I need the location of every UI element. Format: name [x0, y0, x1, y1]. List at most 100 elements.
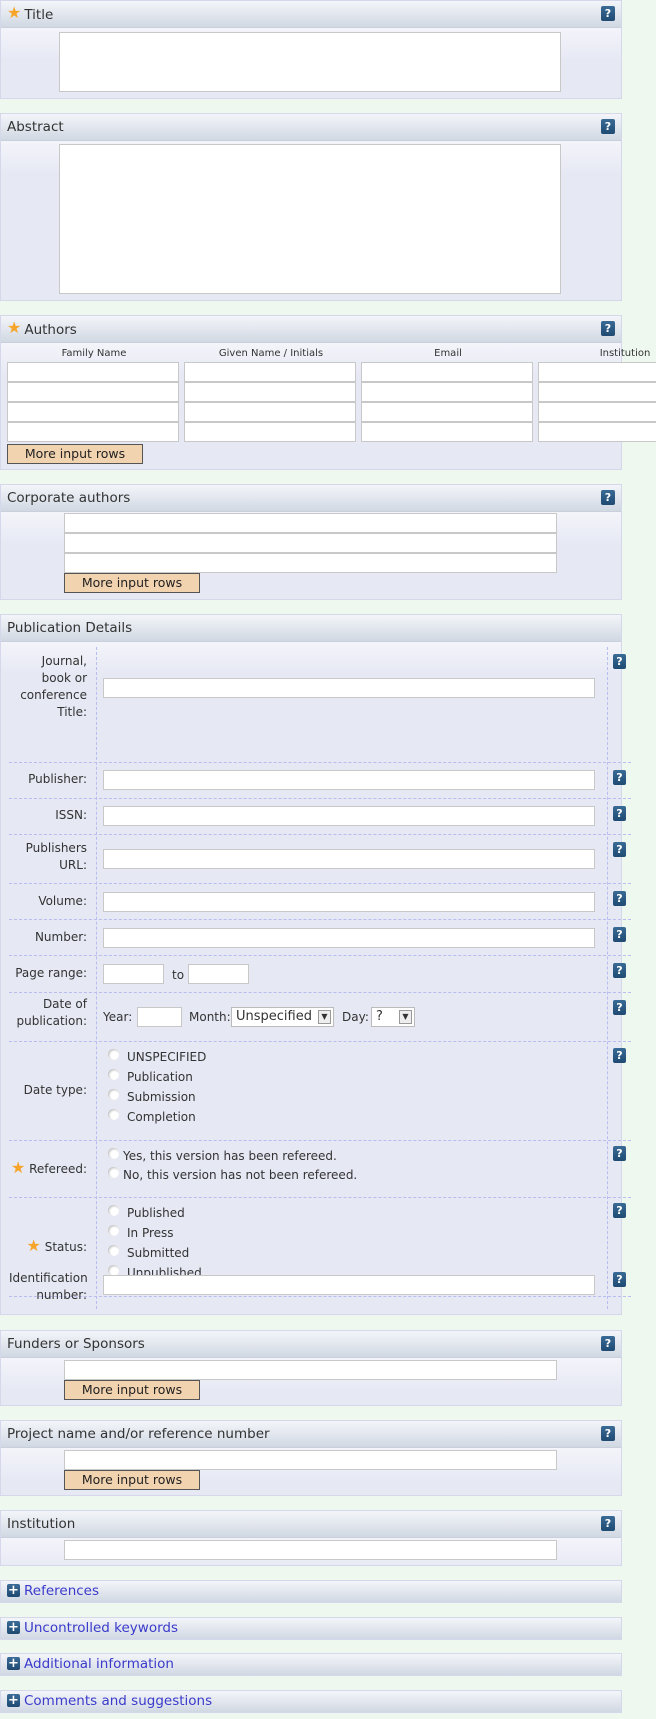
date-type-option[interactable]: UNSPECIFIED	[108, 1047, 206, 1067]
status-option[interactable]: In Press	[108, 1223, 174, 1243]
page-range-start-input[interactable]	[103, 964, 164, 984]
help-icon[interactable]: ?	[601, 6, 615, 21]
help-icon[interactable]: ?	[601, 1516, 615, 1531]
issn-label: ISSN:	[55, 808, 87, 822]
help-icon[interactable]: ?	[613, 770, 626, 785]
date-type-option[interactable]: Submission	[108, 1087, 196, 1107]
author-email-input[interactable]	[361, 382, 533, 402]
corporate-author-input[interactable]	[64, 533, 557, 553]
help-icon[interactable]: ?	[613, 963, 626, 978]
radio-button[interactable]	[108, 1225, 119, 1236]
date-type-option-label: Completion	[127, 1110, 196, 1124]
column-header-family-name: Family Name	[61, 348, 127, 359]
radio-button[interactable]	[108, 1148, 119, 1159]
row-divider	[9, 647, 631, 763]
date-type-option-label: Publication	[127, 1070, 193, 1084]
funders-more-rows-button[interactable]: More input rows	[64, 1380, 200, 1400]
radio-button[interactable]	[108, 1205, 119, 1216]
help-icon[interactable]: ?	[613, 1146, 626, 1161]
additional-information-section-toggle[interactable]: + Additional information	[0, 1653, 622, 1676]
help-icon[interactable]: ?	[601, 1426, 615, 1441]
status-option-label: Published	[127, 1206, 185, 1220]
status-option[interactable]: Published	[108, 1203, 185, 1223]
month-label: Month:	[189, 1010, 231, 1024]
author-institution-input[interactable]	[538, 362, 656, 382]
author-institution-input[interactable]	[538, 382, 656, 402]
month-select[interactable]: Unspecified ▼	[231, 1007, 334, 1027]
help-icon[interactable]: ?	[613, 654, 626, 669]
journal-title-input[interactable]	[103, 678, 595, 698]
author-email-input[interactable]	[361, 422, 533, 442]
author-given-name-input[interactable]	[184, 422, 356, 442]
project-section-header: Project name and/or reference number ?	[1, 1421, 621, 1448]
authors-more-rows-button[interactable]: More input rows	[7, 444, 143, 464]
author-email-input[interactable]	[361, 362, 533, 382]
uncontrolled-keywords-section-toggle[interactable]: + Uncontrolled keywords	[0, 1617, 622, 1640]
corporate-more-rows-button[interactable]: More input rows	[64, 573, 200, 593]
help-icon[interactable]: ?	[601, 119, 615, 134]
date-type-option[interactable]: Completion	[108, 1107, 196, 1127]
author-institution-input[interactable]	[538, 422, 656, 442]
corporate-author-input[interactable]	[64, 513, 557, 533]
project-input[interactable]	[64, 1450, 557, 1470]
author-given-name-input[interactable]	[184, 362, 356, 382]
day-select[interactable]: ? ▼	[371, 1007, 415, 1027]
date-type-option[interactable]: Publication	[108, 1067, 193, 1087]
refereed-option-label: No, this version has not been refereed.	[123, 1168, 358, 1182]
funders-section-label: Funders or Sponsors	[7, 1336, 145, 1352]
help-icon[interactable]: ?	[613, 1272, 626, 1287]
radio-button[interactable]	[108, 1049, 119, 1060]
references-section-toggle[interactable]: + References	[0, 1580, 622, 1603]
help-icon[interactable]: ?	[613, 891, 626, 906]
help-icon[interactable]: ?	[613, 842, 626, 857]
number-input[interactable]	[103, 928, 595, 948]
author-family-name-input[interactable]	[7, 382, 179, 402]
funders-section: Funders or Sponsors ? More input rows	[0, 1330, 622, 1406]
refereed-option[interactable]: No, this version has not been refereed.	[108, 1165, 357, 1185]
publisher-input[interactable]	[103, 770, 595, 790]
author-family-name-input[interactable]	[7, 422, 179, 442]
comments-section-toggle[interactable]: + Comments and suggestions	[0, 1690, 622, 1713]
institution-section-label: Institution	[7, 1516, 76, 1532]
author-given-name-input[interactable]	[184, 382, 356, 402]
comments-label: Comments and suggestions	[24, 1693, 213, 1709]
title-textarea[interactable]	[59, 32, 561, 92]
help-icon[interactable]: ?	[613, 927, 626, 942]
publishers-url-input[interactable]	[103, 849, 595, 869]
author-institution-input[interactable]	[538, 402, 656, 422]
institution-input[interactable]	[64, 1540, 557, 1560]
corporate-author-input[interactable]	[64, 553, 557, 573]
publisher-label: Publisher:	[28, 772, 87, 786]
volume-input[interactable]	[103, 892, 595, 912]
abstract-textarea[interactable]	[59, 144, 561, 294]
year-input[interactable]	[137, 1007, 182, 1027]
help-icon[interactable]: ?	[613, 1000, 626, 1015]
project-more-rows-button[interactable]: More input rows	[64, 1470, 200, 1490]
column-header-given-name: Given Name / Initials	[218, 348, 324, 359]
radio-button[interactable]	[108, 1089, 119, 1100]
radio-button[interactable]	[108, 1069, 119, 1080]
radio-button[interactable]	[108, 1109, 119, 1120]
status-option[interactable]: Submitted	[108, 1243, 189, 1263]
corporate-authors-section: Corporate authors ? More input rows	[0, 484, 622, 600]
help-icon[interactable]: ?	[613, 1203, 626, 1218]
author-email-input[interactable]	[361, 402, 533, 422]
radio-button[interactable]	[108, 1167, 119, 1178]
row-divider	[9, 1042, 631, 1141]
expand-plus-icon: +	[7, 1619, 20, 1635]
author-family-name-input[interactable]	[7, 362, 179, 382]
help-icon[interactable]: ?	[601, 321, 615, 336]
refereed-option[interactable]: Yes, this version has been refereed.	[108, 1146, 337, 1166]
help-icon[interactable]: ?	[613, 1048, 626, 1063]
identification-number-input[interactable]	[103, 1275, 595, 1295]
page-range-end-input[interactable]	[188, 964, 249, 984]
help-icon[interactable]: ?	[601, 1336, 615, 1351]
funder-input[interactable]	[64, 1360, 557, 1380]
status-label-text: Status:	[44, 1240, 87, 1254]
help-icon[interactable]: ?	[613, 806, 626, 821]
radio-button[interactable]	[108, 1245, 119, 1256]
author-family-name-input[interactable]	[7, 402, 179, 422]
issn-input[interactable]	[103, 806, 595, 826]
help-icon[interactable]: ?	[601, 490, 615, 505]
author-given-name-input[interactable]	[184, 402, 356, 422]
